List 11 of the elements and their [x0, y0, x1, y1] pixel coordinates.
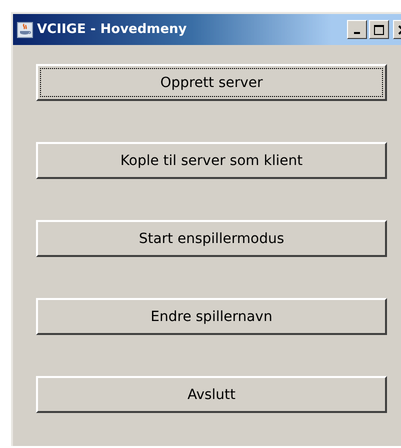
minimize-button[interactable]: [347, 20, 367, 39]
menu-button[interactable]: Opprett server: [36, 64, 387, 101]
maximize-icon: [374, 24, 384, 34]
menu-button[interactable]: Endre spillernavn: [36, 298, 387, 335]
window-title: VCIIGE - Hovedmeny: [37, 22, 188, 37]
maximize-button[interactable]: [369, 20, 389, 39]
menu-button[interactable]: Avslutt: [36, 376, 387, 413]
coffee-cup-icon: [17, 22, 33, 38]
menu-button[interactable]: Kople til server som klient: [36, 142, 387, 179]
menu-button[interactable]: Start enspillermodus: [36, 220, 387, 257]
minimize-icon: [354, 32, 360, 34]
